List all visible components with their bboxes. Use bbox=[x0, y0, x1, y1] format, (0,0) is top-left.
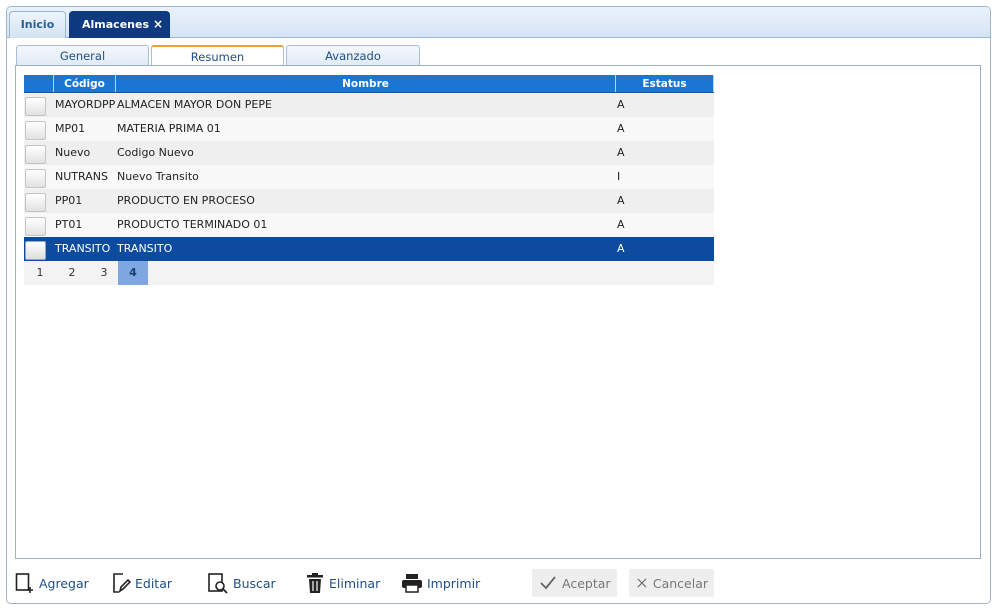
subtab-avanzado[interactable]: Avanzado bbox=[286, 45, 420, 67]
cell-estatus: I bbox=[617, 170, 621, 183]
action-toolbar: Agregar Editar Buscar Eliminar Imprimir … bbox=[15, 569, 975, 599]
editar-label: Editar bbox=[135, 575, 173, 591]
cell-codigo: PT01 bbox=[55, 218, 83, 231]
tab-inicio[interactable]: Inicio bbox=[9, 11, 66, 38]
cell-codigo: MP01 bbox=[55, 122, 86, 135]
page-link-1[interactable]: 1 bbox=[24, 261, 56, 285]
trash-icon bbox=[307, 573, 323, 593]
search-document-icon bbox=[208, 573, 228, 594]
eliminar-label: Eliminar bbox=[329, 575, 381, 591]
grid-header: Código Nombre Estatus bbox=[24, 75, 714, 93]
buscar-label: Buscar bbox=[233, 575, 276, 591]
imprimir-label: Imprimir bbox=[427, 575, 481, 591]
cell-nombre: PRODUCTO EN PROCESO bbox=[117, 194, 255, 207]
cell-nombre: PRODUCTO TERMINADO 01 bbox=[117, 218, 268, 231]
cell-codigo: Nuevo bbox=[55, 146, 91, 159]
table-row[interactable]: MP01 MATERIA PRIMA 01 A bbox=[24, 117, 714, 141]
cell-nombre: MATERIA PRIMA 01 bbox=[117, 122, 221, 135]
row-select-cell bbox=[24, 95, 54, 116]
tab-almacenes-label: Almacenes bbox=[82, 18, 149, 31]
header-select bbox=[24, 75, 54, 92]
header-nombre[interactable]: Nombre bbox=[116, 75, 616, 92]
subtab-general[interactable]: General bbox=[16, 45, 149, 67]
row-select-button[interactable] bbox=[25, 240, 46, 260]
row-select-cell bbox=[24, 167, 54, 188]
row-select-cell bbox=[24, 191, 54, 212]
agregar-button[interactable]: Agregar bbox=[15, 569, 89, 597]
row-select-button[interactable] bbox=[25, 192, 46, 212]
header-estatus[interactable]: Estatus bbox=[616, 75, 714, 92]
add-document-icon bbox=[15, 573, 33, 593]
cell-estatus: A bbox=[617, 242, 625, 255]
table-row-selected[interactable]: TRANSITO TRANSITO A bbox=[24, 237, 714, 261]
cell-estatus: A bbox=[617, 122, 625, 135]
cell-codigo: PP01 bbox=[55, 194, 83, 207]
eliminar-button[interactable]: Eliminar bbox=[305, 569, 380, 597]
page-link-2[interactable]: 2 bbox=[56, 261, 88, 285]
cell-estatus: A bbox=[617, 218, 625, 231]
printer-icon bbox=[402, 574, 422, 593]
pager: 1 2 3 4 bbox=[24, 261, 714, 285]
cancelar-button[interactable]: Cancelar bbox=[629, 569, 714, 597]
cell-estatus: A bbox=[617, 194, 625, 207]
cell-nombre: TRANSITO bbox=[117, 242, 173, 255]
almacenes-grid: Código Nombre Estatus MAYORDPP ALMACEN M… bbox=[24, 75, 714, 285]
table-row[interactable]: MAYORDPP ALMACEN MAYOR DON PEPE A bbox=[24, 93, 714, 117]
app-window: Inicio Almacenes × General Resumen Avanz… bbox=[6, 6, 991, 604]
cancelar-label: Cancelar bbox=[652, 575, 708, 591]
row-select-button[interactable] bbox=[25, 120, 46, 140]
row-select-button[interactable] bbox=[25, 168, 46, 188]
table-row[interactable]: PP01 PRODUCTO EN PROCESO A bbox=[24, 189, 714, 213]
table-row[interactable]: NUTRANS Nuevo Transito I bbox=[24, 165, 714, 189]
page-link-current[interactable]: 4 bbox=[118, 261, 148, 285]
cell-codigo: NUTRANS bbox=[55, 170, 108, 183]
row-select-cell bbox=[24, 215, 54, 236]
checkmark-icon bbox=[540, 576, 556, 590]
cell-nombre: ALMACEN MAYOR DON PEPE bbox=[117, 98, 272, 111]
header-codigo[interactable]: Código bbox=[54, 75, 116, 92]
table-row[interactable]: Nuevo Codigo Nuevo A bbox=[24, 141, 714, 165]
cell-estatus: A bbox=[617, 146, 625, 159]
page-link-3[interactable]: 3 bbox=[88, 261, 120, 285]
cell-codigo: TRANSITO bbox=[55, 242, 111, 255]
cell-nombre: Nuevo Transito bbox=[117, 170, 199, 183]
top-tab-bar: Inicio Almacenes × bbox=[7, 7, 990, 38]
buscar-button[interactable]: Buscar bbox=[207, 569, 276, 597]
row-select-button[interactable] bbox=[25, 96, 46, 116]
cell-codigo: MAYORDPP bbox=[55, 98, 116, 111]
row-select-button[interactable] bbox=[25, 216, 46, 236]
close-icon[interactable]: × bbox=[153, 12, 163, 37]
cell-nombre: Codigo Nuevo bbox=[117, 146, 194, 159]
aceptar-button[interactable]: Aceptar bbox=[532, 569, 617, 597]
row-select-cell bbox=[24, 239, 54, 260]
agregar-label: Agregar bbox=[39, 575, 89, 591]
edit-pencil-icon bbox=[113, 573, 131, 593]
row-select-cell bbox=[24, 143, 54, 164]
content-panel: Código Nombre Estatus MAYORDPP ALMACEN M… bbox=[15, 65, 981, 559]
close-icon bbox=[637, 578, 647, 588]
editar-button[interactable]: Editar bbox=[111, 569, 172, 597]
table-row[interactable]: PT01 PRODUCTO TERMINADO 01 A bbox=[24, 213, 714, 237]
cell-estatus: A bbox=[617, 98, 625, 111]
row-select-button[interactable] bbox=[25, 144, 46, 164]
tab-almacenes[interactable]: Almacenes × bbox=[69, 11, 170, 38]
aceptar-label: Aceptar bbox=[562, 575, 611, 591]
imprimir-button[interactable]: Imprimir bbox=[401, 569, 480, 597]
row-select-cell bbox=[24, 119, 54, 140]
